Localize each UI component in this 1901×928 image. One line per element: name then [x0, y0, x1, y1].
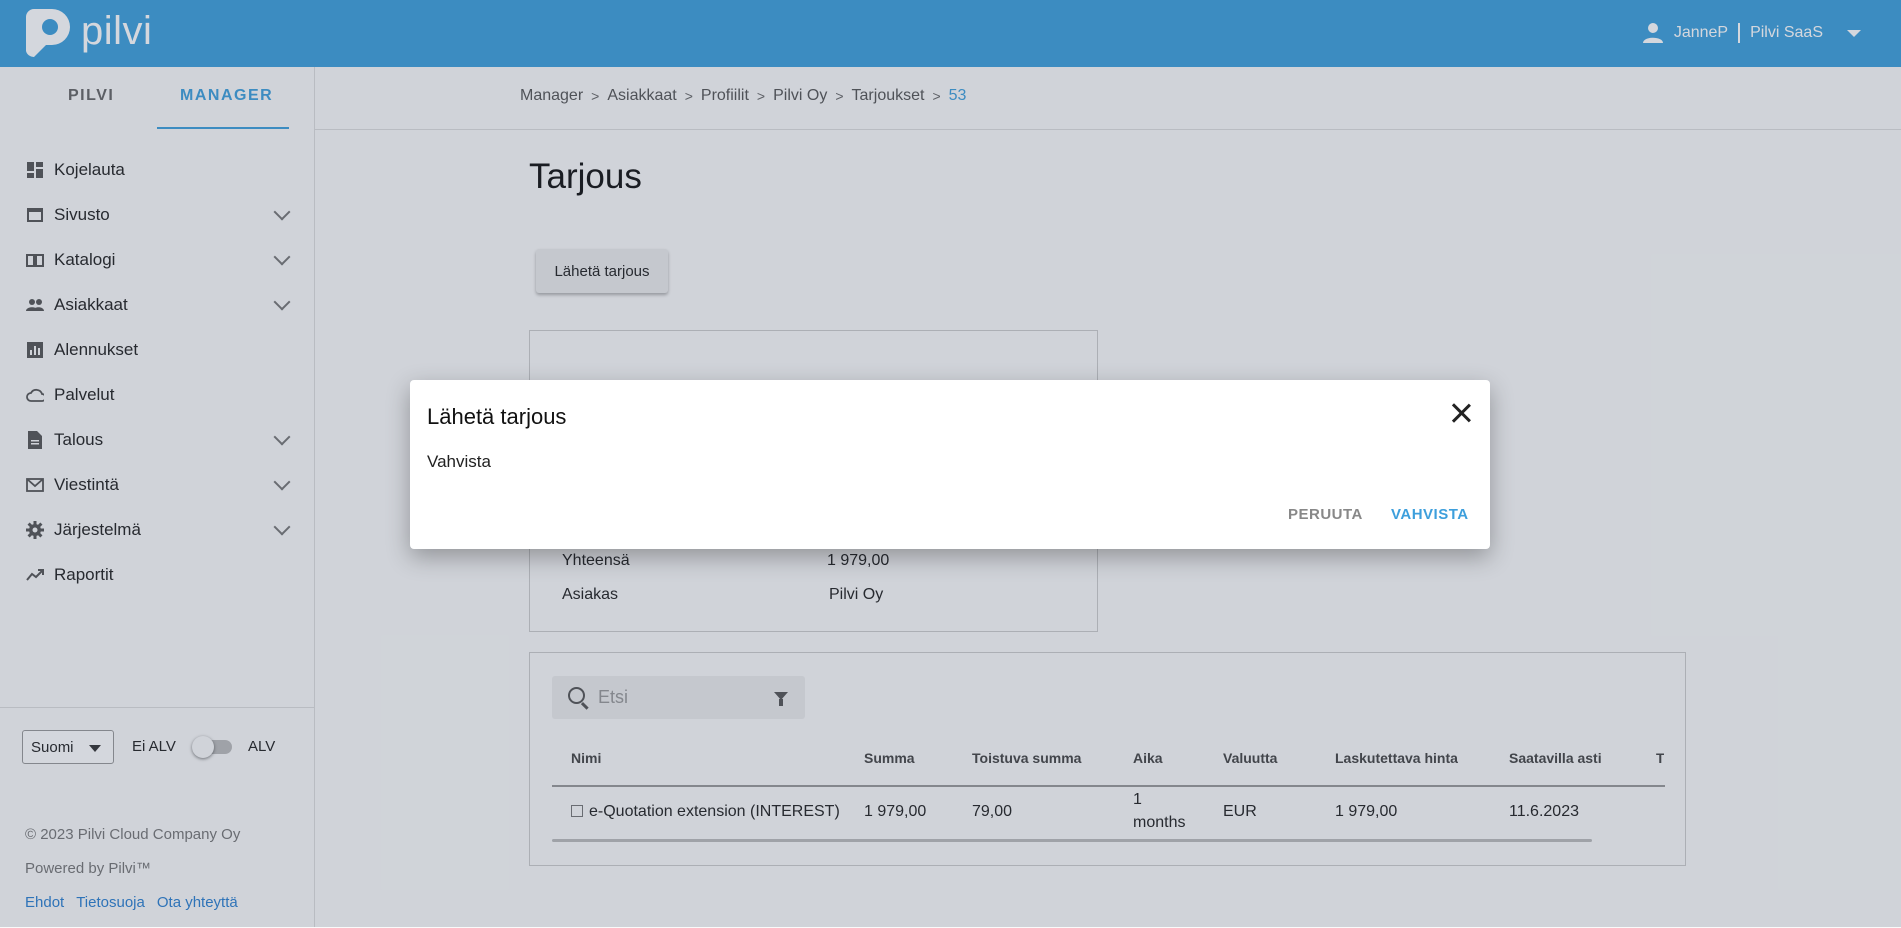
dialog-body: Vahvista — [427, 452, 491, 471]
cancel-button[interactable]: PERUUTA — [1288, 506, 1363, 523]
send-quotation-dialog: Lähetä tarjous Vahvista PERUUTA VAHVISTA — [410, 380, 1490, 549]
dialog-title: Lähetä tarjous — [427, 404, 567, 429]
confirm-button[interactable]: VAHVISTA — [1391, 506, 1469, 523]
close-icon[interactable] — [1450, 402, 1472, 424]
